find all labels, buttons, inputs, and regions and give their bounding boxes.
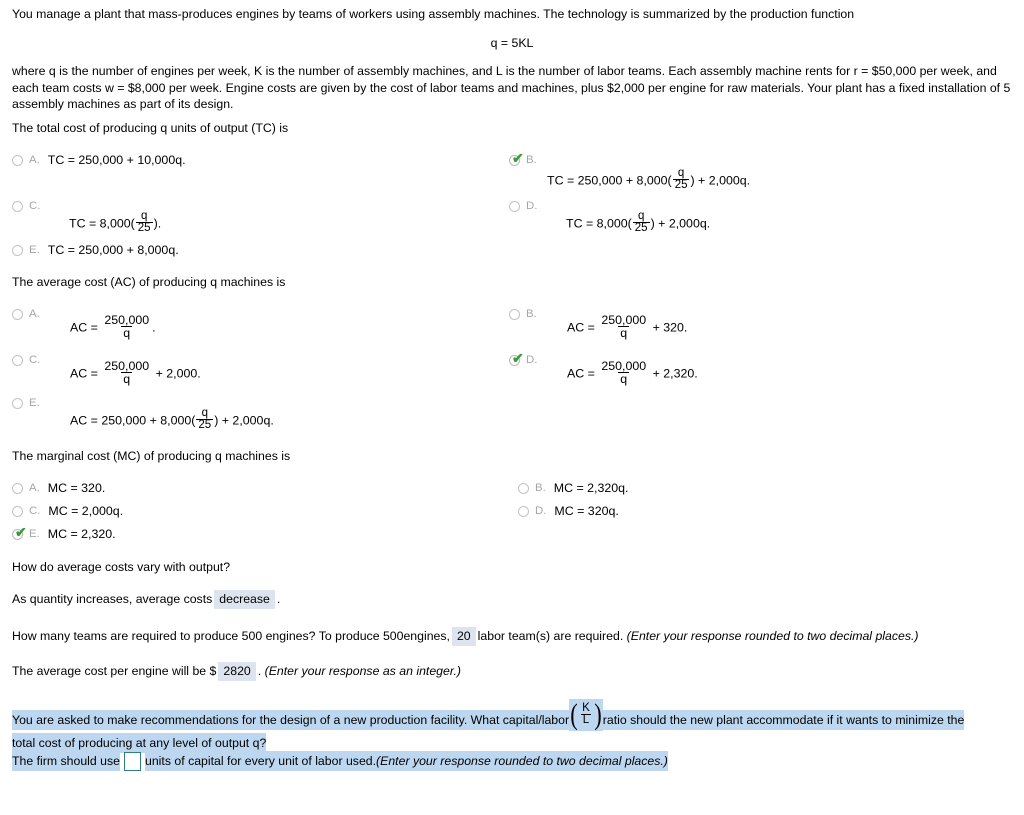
q4-prefix: As quantity increases, average costs: [12, 592, 213, 606]
option-text: TC = 250,000 + 8,000q.: [47, 243, 179, 257]
radio-icon[interactable]: [518, 483, 529, 494]
option-letter: A.: [29, 308, 40, 320]
option-text: AC = 250,000 + 8,000(q 25) + 2,000q.: [70, 406, 274, 432]
q2-option-a[interactable]: A. AC = 250,000 q.: [12, 307, 156, 340]
q6-prefix: The average cost per engine will be $: [12, 664, 217, 678]
question-1-prompt: The total cost of producing q units of o…: [12, 121, 289, 135]
q3-option-e[interactable]: ✔ E. MC = 2,320.: [12, 525, 116, 541]
final-answer-line: The firm should use units of capital for …: [12, 751, 1008, 772]
radio-icon-checked[interactable]: ✔: [509, 351, 524, 366]
highlight-line-a: You are asked to make recommendations fo…: [12, 710, 570, 730]
highlighted-question-block: You are asked to make recommendations fo…: [12, 699, 1008, 755]
radio-icon[interactable]: [12, 155, 23, 166]
q3-option-a[interactable]: A. MC = 320.: [12, 481, 105, 495]
q3-option-b[interactable]: B. MC = 2,320q.: [518, 481, 629, 495]
question-4-prompt: How do average costs vary with output?: [12, 560, 231, 574]
option-text: AC = 250,000 q.: [70, 312, 156, 341]
problem-intro: You manage a plant that mass-produces en…: [12, 7, 855, 21]
option-letter: E.: [29, 397, 40, 409]
radio-icon[interactable]: [518, 506, 529, 517]
option-letter: C.: [29, 505, 41, 517]
option-text: AC = 250,000 q + 2,320.: [567, 358, 698, 387]
option-text: MC = 2,320.: [47, 527, 116, 541]
radio-icon[interactable]: [12, 506, 23, 517]
final-prefix: The firm should use: [12, 751, 120, 771]
option-letter: B.: [526, 154, 537, 166]
check-icon: ✔: [512, 150, 524, 166]
question-3-prompt: The marginal cost (MC) of producing q ma…: [12, 449, 291, 463]
radio-icon[interactable]: [12, 245, 23, 256]
q5-prefix: How many teams are required to produce 5…: [12, 629, 450, 643]
radio-icon[interactable]: [12, 355, 23, 366]
q4-suffix: .: [276, 592, 281, 606]
option-letter: D.: [526, 354, 538, 366]
check-icon: ✔: [512, 350, 524, 366]
question-6-line: The average cost per engine will be $282…: [12, 662, 461, 681]
average-cost-per-engine-field[interactable]: 2820: [218, 662, 256, 681]
exercise-page: You manage a plant that mass-produces en…: [0, 0, 1024, 815]
option-letter: D.: [535, 505, 547, 517]
option-text: TC = 250,000 + 10,000q.: [47, 153, 186, 167]
question-4-answer-line: As quantity increases, average costs decr…: [12, 590, 280, 609]
q1-option-e[interactable]: E. TC = 250,000 + 8,000q.: [12, 243, 179, 257]
option-letter: A.: [29, 154, 40, 166]
option-text: TC = 8,000(q 25) + 2,000q.: [566, 209, 711, 235]
q1-option-d[interactable]: D. TC = 8,000(q 25) + 2,000q.: [509, 199, 710, 234]
q2-option-d[interactable]: ✔ D. AC = 250,000 q + 2,320.: [509, 351, 698, 386]
check-icon: ✔: [15, 524, 27, 540]
question-5-line: How many teams are required to produce 5…: [12, 627, 919, 646]
option-text: MC = 2,000q.: [48, 504, 124, 518]
option-letter: E.: [29, 528, 40, 540]
capital-per-labor-input[interactable]: [124, 752, 141, 772]
option-letter: E.: [29, 244, 40, 256]
option-text: TC = 8,000(q 25).: [69, 209, 162, 235]
q2-option-b[interactable]: B. AC = 250,000 q + 320.: [509, 307, 687, 340]
question-2-prompt: The average cost (AC) of producing q mac…: [12, 275, 286, 289]
option-text: TC = 250,000 + 8,000(q 25) + 2,000q.: [547, 166, 751, 192]
radio-icon[interactable]: [509, 201, 520, 212]
option-letter: A.: [29, 482, 40, 494]
option-text: AC = 250,000 q + 320.: [567, 312, 688, 341]
final-hint: (Enter your response rounded to two deci…: [376, 751, 668, 771]
radio-icon[interactable]: [509, 309, 520, 320]
option-letter: B.: [526, 308, 537, 320]
option-text: MC = 320q.: [554, 504, 619, 518]
q1-option-b[interactable]: ✔ B. TC = 250,000 + 8,000(q 25) + 2,000q.: [509, 151, 750, 191]
q2-option-c[interactable]: C. AC = 250,000 q + 2,000.: [12, 353, 201, 386]
radio-icon[interactable]: [12, 398, 23, 409]
option-letter: C.: [29, 200, 41, 212]
production-function-equation: q = 5KL: [490, 36, 534, 50]
q5-middle: labor team(s) are required.: [477, 629, 624, 643]
labor-teams-field[interactable]: 20: [451, 627, 476, 646]
option-text: MC = 2,320q.: [553, 481, 629, 495]
q5-hint: (Enter your response rounded to two deci…: [626, 629, 919, 643]
highlight-line-c: total cost of producing at any level of …: [12, 733, 267, 753]
problem-details: where q is the number of engines per wee…: [12, 64, 1011, 112]
q3-option-d[interactable]: D. MC = 320q.: [518, 504, 619, 518]
option-letter: C.: [29, 354, 41, 366]
option-letter: B.: [535, 482, 546, 494]
highlight-line-b: ratio should the new plant accommodate i…: [602, 710, 965, 730]
right-paren-icon: ): [594, 698, 602, 731]
radio-icon[interactable]: [12, 309, 23, 320]
capital-labor-ratio: (K L): [569, 698, 603, 731]
q1-option-c[interactable]: C. TC = 8,000(q 25).: [12, 199, 161, 234]
option-text: MC = 320.: [47, 481, 106, 495]
radio-icon[interactable]: [12, 201, 23, 212]
q3-option-c[interactable]: C. MC = 2,000q.: [12, 504, 123, 518]
radio-icon-checked[interactable]: ✔: [509, 151, 524, 166]
radio-icon-checked[interactable]: ✔: [12, 525, 27, 540]
option-letter: D.: [526, 200, 538, 212]
q1-option-a[interactable]: A. TC = 250,000 + 10,000q.: [12, 153, 186, 167]
final-suffix: units of capital for every unit of labor…: [145, 751, 377, 771]
radio-icon[interactable]: [12, 483, 23, 494]
left-paren-icon: (: [570, 698, 578, 731]
q2-option-e[interactable]: E. AC = 250,000 + 8,000(q 25) + 2,000q.: [12, 396, 274, 431]
average-cost-trend-field[interactable]: decrease: [214, 590, 275, 609]
q6-hint: (Enter your response as an integer.): [264, 664, 461, 678]
option-text: AC = 250,000 q + 2,000.: [70, 358, 201, 387]
q6-suffix: .: [257, 664, 262, 678]
